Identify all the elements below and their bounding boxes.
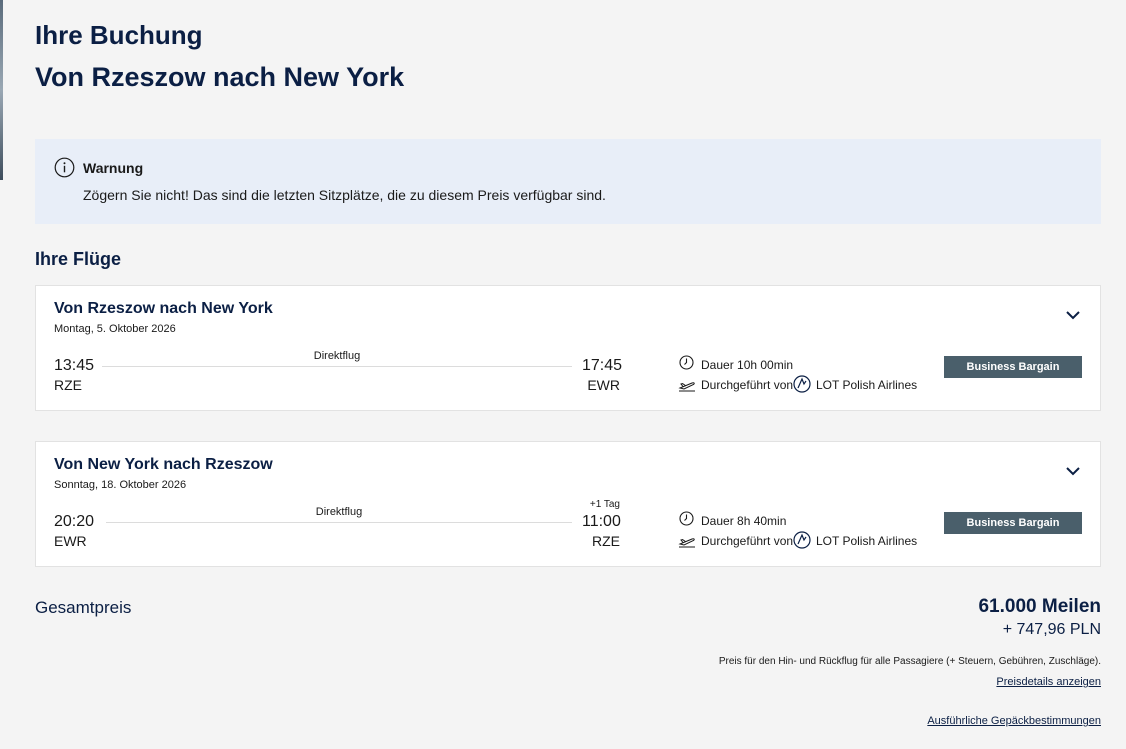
flight-path-line xyxy=(106,522,572,523)
page-title: Ihre Buchung xyxy=(35,20,203,50)
chevron-down-icon[interactable] xyxy=(1064,306,1082,324)
background-edge-strip xyxy=(0,0,3,180)
departure-time: 13:45 xyxy=(54,357,95,374)
departure-airport: EWR xyxy=(54,533,87,549)
clock-icon xyxy=(679,355,694,370)
airplane-takeoff-icon xyxy=(678,382,695,392)
info-icon xyxy=(54,157,75,178)
flight-route: Von New York nach Rzeszow xyxy=(54,456,273,473)
airline-name: LOT Polish Airlines xyxy=(816,534,918,548)
page-subtitle: Von Rzeszow nach New York xyxy=(35,62,405,92)
flight-route: Von Rzeszow nach New York xyxy=(54,300,273,317)
flight-card-outbound[interactable]: Von Rzeszow nach New York Montag, 5. Okt… xyxy=(35,285,1101,411)
operated-by-label: Durchgeführt von xyxy=(701,378,794,392)
fare-badge: Business Bargain xyxy=(944,356,1082,378)
flight-date: Sonntag, 18. Oktober 2026 xyxy=(54,479,187,491)
lot-airline-logo-icon xyxy=(793,531,811,549)
arrival-airport: EWR xyxy=(587,377,620,393)
direct-flight-label: Direktflug xyxy=(313,350,361,362)
operated-by-label: Durchgeführt von xyxy=(701,534,794,548)
direct-flight-label: Direktflug xyxy=(315,506,363,518)
departure-airport: RZE xyxy=(54,377,82,393)
flight-date: Montag, 5. Oktober 2026 xyxy=(54,323,176,335)
flight-duration: Dauer 10h 00min xyxy=(701,358,794,372)
warning-banner: Warnung Zögern Sie nicht! Das sind die l… xyxy=(35,139,1101,224)
lot-airline-logo-icon xyxy=(793,375,811,393)
arrival-time: 11:00 xyxy=(582,513,621,530)
total-miles: 61.000 Meilen xyxy=(978,596,1101,617)
chevron-down-icon[interactable] xyxy=(1064,462,1082,480)
price-details-link[interactable]: Preisdetails anzeigen xyxy=(996,676,1101,688)
flight-path-line xyxy=(102,366,572,367)
fare-badge: Business Bargain xyxy=(944,512,1082,534)
warning-text: Zögern Sie nicht! Das sind die letzten S… xyxy=(83,187,606,203)
baggage-rules-link[interactable]: Ausführliche Gepäckbestimmungen xyxy=(927,715,1101,727)
flight-duration: Dauer 8h 40min xyxy=(701,514,787,528)
arrival-airport: RZE xyxy=(592,533,620,549)
departure-time: 20:20 xyxy=(54,513,95,530)
price-note: Preis für den Hin- und Rückflug für alle… xyxy=(718,656,1101,667)
flights-section-title: Ihre Flüge xyxy=(35,249,122,269)
airplane-takeoff-icon xyxy=(678,538,695,548)
airline-name: LOT Polish Airlines xyxy=(816,378,918,392)
total-price-label: Gesamtpreis xyxy=(35,598,132,617)
arrival-time: 17:45 xyxy=(582,357,623,374)
next-day-label: +1 Tag xyxy=(589,499,620,510)
flight-card-return[interactable]: Von New York nach Rzeszow Sonntag, 18. O… xyxy=(35,441,1101,567)
total-money: + 747,96 PLN xyxy=(1002,621,1101,638)
warning-title: Warnung xyxy=(83,160,144,176)
clock-icon xyxy=(679,511,694,526)
